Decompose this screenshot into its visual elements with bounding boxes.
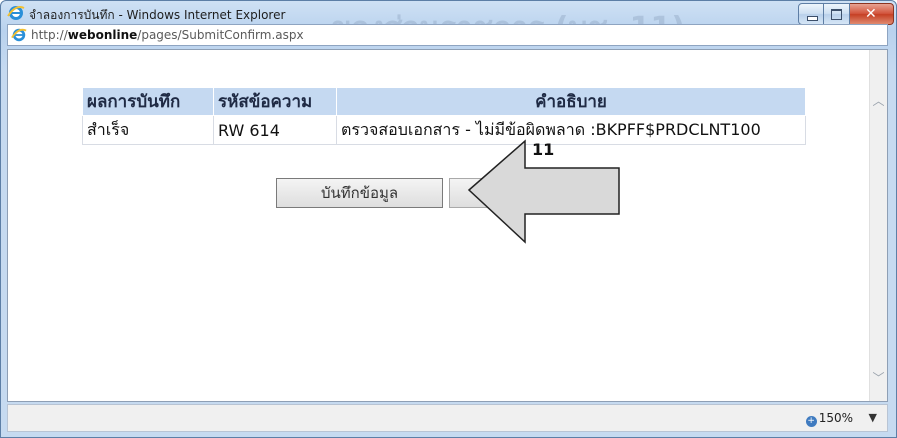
url-prefix: http:// [31, 28, 68, 42]
table-header-row: ผลการบันทึก รหัสข้อความ คำอธิบาย [82, 87, 806, 116]
save-data-button[interactable]: บันทึกข้อมูล [276, 178, 443, 208]
address-bar[interactable]: http://webonline/pages/SubmitConfirm.asp… [7, 24, 888, 46]
zoom-level: 150% [818, 411, 853, 425]
address-url: http://webonline/pages/SubmitConfirm.asp… [31, 28, 304, 42]
header-description: คำอธิบาย [336, 87, 806, 116]
scroll-down-icon[interactable]: ﹀ [872, 372, 885, 385]
header-message-code: รหัสข้อความ [213, 87, 337, 116]
zoom-control[interactable]: +150% [805, 411, 853, 427]
page-content: ผลการบันทึก รหัสข้อความ คำอธิบาย สำเร็จ … [7, 49, 888, 402]
vertical-scrollbar[interactable]: ︿ ﹀ [869, 50, 887, 401]
close-icon: ✕ [865, 6, 877, 22]
table-row: สำเร็จ RW 614 ตรวจสอบเอกสาร - ไม่มีข้อผิ… [82, 115, 806, 145]
window-title: จำลองการบันทึก - Windows Internet Explor… [29, 8, 286, 22]
close-button[interactable]: ✕ [850, 3, 894, 25]
ie-page-icon [11, 28, 27, 42]
result-table: ผลการบันทึก รหัสข้อความ คำอธิบาย สำเร็จ … [82, 87, 806, 145]
maximize-icon [831, 9, 842, 20]
browser-window: ของส่วนราชการ (บช. 11) จำลองการบันทึก - … [0, 0, 897, 438]
url-path: /pages/SubmitConfirm.aspx [137, 28, 304, 42]
minimize-button[interactable] [798, 3, 824, 25]
status-bar: +150% ▼ [7, 404, 888, 432]
minimize-icon [807, 16, 818, 21]
ie-logo-icon [7, 6, 25, 20]
callout-step-number: 11 [532, 140, 555, 159]
title-bar[interactable]: จำลองการบันทึก - Windows Internet Explor… [1, 1, 896, 46]
zoom-dropdown-icon[interactable]: ▼ [869, 411, 877, 424]
zoom-icon: + [805, 416, 817, 427]
cell-result: สำเร็จ [82, 115, 214, 145]
header-result: ผลการบันทึก [82, 87, 214, 116]
scroll-up-icon[interactable]: ︿ [872, 95, 885, 108]
maximize-button[interactable] [824, 3, 850, 25]
url-host: webonline [67, 28, 138, 42]
cell-message-code: RW 614 [213, 115, 337, 145]
